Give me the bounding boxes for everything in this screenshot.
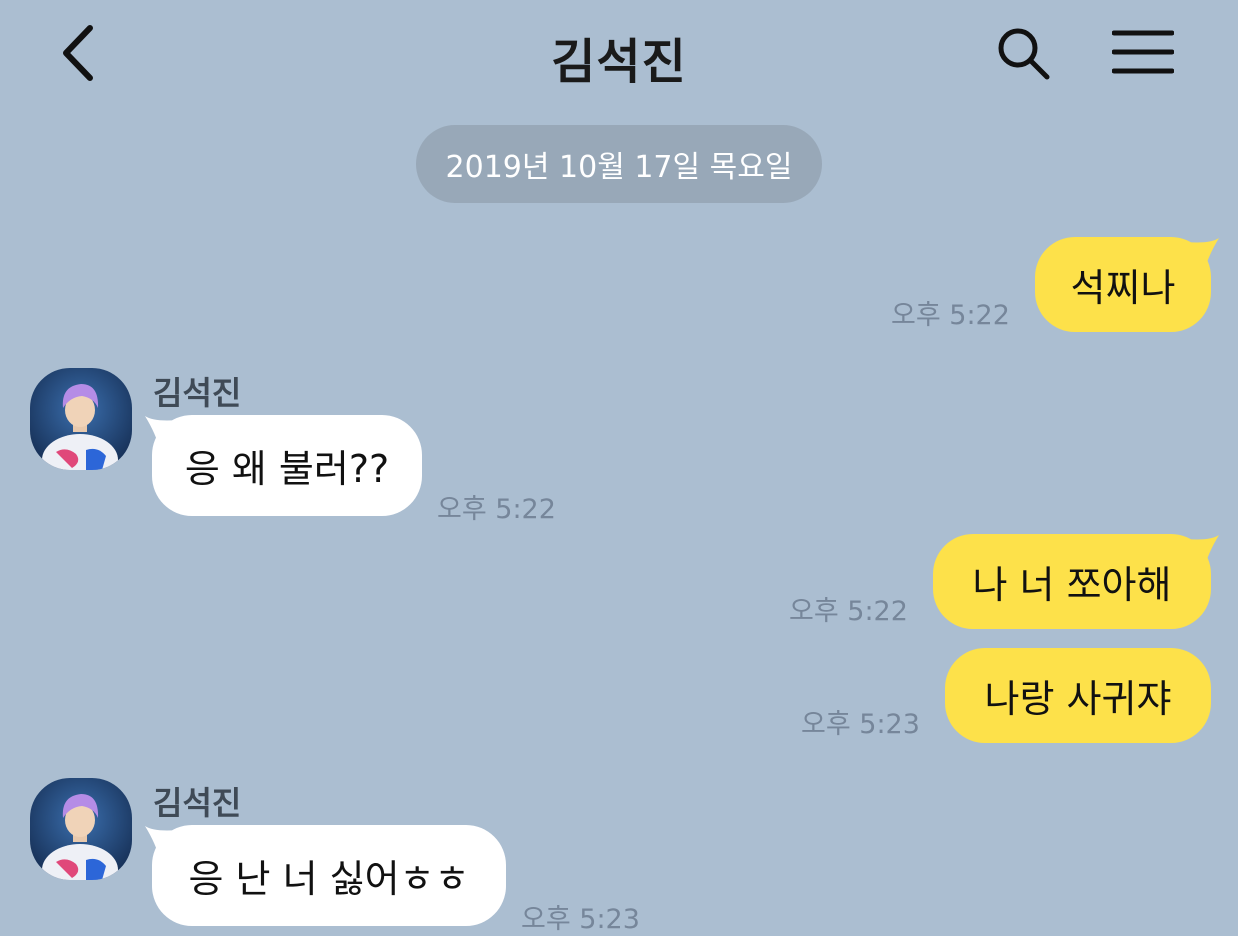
search-icon: [998, 28, 1050, 80]
message-bubble[interactable]: 나랑 사귀쟈: [945, 648, 1211, 743]
profile-photo: [30, 778, 132, 880]
avatar[interactable]: [30, 368, 132, 470]
menu-button[interactable]: [1108, 22, 1178, 82]
profile-photo: [30, 368, 132, 470]
sender-name: 김석진: [153, 784, 242, 822]
message-bubble[interactable]: 나 너 쪼아해: [933, 534, 1211, 629]
message-time: 오후 5:22: [891, 300, 1010, 331]
sender-name: 김석진: [153, 374, 242, 412]
chat-header: 김석진: [0, 0, 1238, 110]
message-bubble[interactable]: 석찌나: [1035, 237, 1211, 332]
message-time: 오후 5:23: [801, 709, 920, 740]
message-time: 오후 5:23: [521, 904, 640, 935]
message-time: 오후 5:22: [789, 596, 908, 627]
message-bubble[interactable]: 응 난 너 싫어ㅎㅎ: [152, 825, 506, 926]
hamburger-menu-icon: [1112, 30, 1174, 74]
avatar[interactable]: [30, 778, 132, 880]
date-divider: 2019년 10월 17일 목요일: [416, 125, 822, 203]
search-button[interactable]: [990, 20, 1056, 86]
message-bubble[interactable]: 응 왜 불러??: [152, 415, 422, 516]
message-time: 오후 5:22: [437, 494, 556, 525]
